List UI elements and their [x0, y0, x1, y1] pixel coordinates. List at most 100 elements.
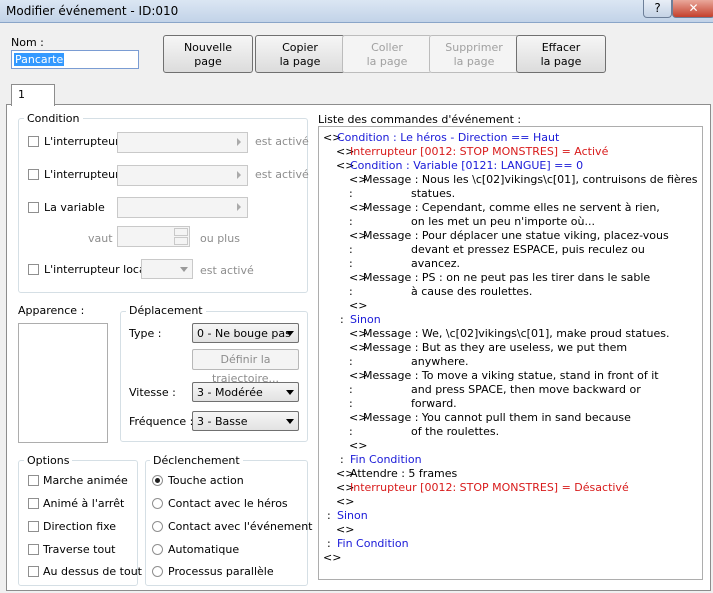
frequency-label: Fréquence : — [129, 415, 194, 428]
option-checkbox[interactable] — [28, 498, 39, 509]
command-line[interactable]: Message : Cependant, comme elles ne serv… — [363, 201, 660, 214]
name-value: Pancarte — [14, 53, 65, 66]
command-line[interactable]: Message : Nous les \c[02]vikings\c[01], … — [363, 173, 697, 186]
type-label: Type : — [129, 327, 162, 340]
command-marker: : — [349, 215, 353, 228]
appearance-title: Apparence : — [18, 304, 85, 317]
command-line[interactable]: Fin Condition — [350, 453, 422, 466]
command-line[interactable]: Message : Pour déplacer une statue vikin… — [363, 229, 669, 242]
copy-page-button[interactable]: Copier la page — [255, 35, 345, 73]
commands-title: Liste des commandes d'événement : — [318, 113, 522, 126]
command-line[interactable]: Sinon — [350, 313, 381, 326]
switch1-select[interactable] — [117, 132, 248, 153]
command-marker: : — [327, 509, 331, 522]
command-line[interactable]: devant et pressez ESPACE, puis reculez o… — [411, 243, 645, 256]
command-marker: : — [349, 383, 353, 396]
command-line[interactable]: Condition : Le héros - Direction == Haut — [337, 131, 559, 144]
command-line[interactable]: Interrupteur [0012: STOP MONSTRES] = Act… — [350, 145, 608, 158]
command-marker: : — [349, 285, 353, 298]
command-line[interactable]: anywhere. — [411, 355, 469, 368]
frequency-select[interactable]: 3 - Basse — [192, 411, 299, 431]
close-button[interactable]: ✕ — [672, 0, 713, 18]
option-checkbox[interactable] — [28, 475, 39, 486]
appearance-preview[interactable] — [18, 323, 108, 443]
spin-down-icon[interactable] — [174, 237, 188, 245]
command-line[interactable]: avancez. — [411, 257, 460, 270]
delete-page-button[interactable]: Supprimer la page — [429, 35, 519, 73]
command-marker: : — [349, 257, 353, 270]
type-select[interactable]: 0 - Ne bouge pas — [192, 323, 299, 343]
frequency-value: 3 - Basse — [197, 415, 248, 428]
trigger-radio[interactable] — [152, 475, 163, 486]
option-checkbox[interactable] — [28, 521, 39, 532]
command-marker: : — [340, 313, 344, 326]
define-route-button[interactable]: Définir la trajectoire... — [192, 349, 299, 385]
switch2-select[interactable] — [117, 165, 248, 186]
command-marker: <> — [349, 299, 368, 312]
variable-checkbox[interactable] — [28, 202, 39, 213]
command-line[interactable]: Message : We, \c[02]vikings\c[01], make … — [363, 327, 669, 340]
command-list[interactable]: <> Condition : Le héros - Direction == Ha… — [318, 126, 703, 580]
command-line[interactable]: Message : PS : on ne peut pas les tirer … — [363, 271, 650, 284]
command-line[interactable]: Interrupteur [0012: STOP MONSTRES] = Dés… — [350, 481, 629, 494]
trigger-label: Touche action — [168, 474, 244, 487]
command-line[interactable]: à cause des roulettes. — [411, 285, 532, 298]
name-input[interactable]: Pancarte — [11, 50, 139, 69]
command-line[interactable]: Attendre : 5 frames — [350, 467, 457, 480]
local-switch-label: L'interrupteur local — [44, 263, 149, 276]
command-line[interactable]: forward. — [411, 397, 457, 410]
command-line[interactable]: Message : You cannot pull them in sand b… — [363, 411, 631, 424]
command-line[interactable]: of the roulettes. — [411, 425, 499, 438]
switch2-checkbox[interactable] — [28, 169, 39, 180]
option-label: Au dessus de tout — [43, 565, 142, 578]
command-line[interactable]: Fin Condition — [337, 537, 409, 550]
command-line[interactable]: Condition : Variable [0121: LANGUE] == 0 — [350, 159, 583, 172]
option-label: Marche animée — [43, 474, 128, 487]
trigger-radio[interactable] — [152, 566, 163, 577]
option-checkbox[interactable] — [28, 566, 39, 577]
spin-up-icon[interactable] — [174, 228, 188, 236]
chevron-down-icon — [286, 331, 294, 336]
delete-page-label2: la page — [453, 55, 495, 68]
arrow-right-icon — [237, 171, 241, 179]
arrow-right-icon — [237, 138, 241, 146]
command-marker: <> — [336, 495, 355, 508]
switch1-label: L'interrupteur — [44, 135, 120, 148]
tab-page-1[interactable]: 1 — [11, 84, 55, 106]
copy-page-label2: la page — [279, 55, 321, 68]
command-line[interactable]: on les met un peu n'importe où... — [411, 215, 595, 228]
local-switch-select[interactable] — [141, 259, 193, 279]
command-marker: : — [349, 425, 353, 438]
option-label: Direction fixe — [43, 520, 117, 533]
switch1-checkbox[interactable] — [28, 136, 39, 147]
variable-value-spinner[interactable] — [117, 226, 190, 247]
trigger-radio[interactable] — [152, 521, 163, 532]
paste-page-label2: la page — [366, 55, 408, 68]
help-button[interactable]: ? — [643, 0, 672, 18]
command-line[interactable]: statues. — [411, 187, 455, 200]
command-line[interactable]: Sinon — [337, 509, 368, 522]
variable-value-label: vaut — [88, 232, 113, 245]
trigger-label: Automatique — [168, 543, 240, 556]
command-line[interactable]: Message : But as they are useless, we pu… — [363, 341, 627, 354]
trigger-radio[interactable] — [152, 498, 163, 509]
command-marker: : — [349, 187, 353, 200]
command-line[interactable]: and press SPACE, then move backward or — [411, 383, 641, 396]
command-marker: : — [327, 537, 331, 550]
variable-select[interactable] — [117, 197, 248, 218]
options-title: Options — [24, 454, 73, 467]
trigger-radio[interactable] — [152, 544, 163, 555]
option-label: Animé à l'arrêt — [43, 497, 125, 510]
command-marker: : — [349, 397, 353, 410]
delete-page-label1: Supprimer — [445, 41, 503, 54]
command-line[interactable]: Message : To move a viking statue, stand… — [363, 369, 659, 382]
speed-select[interactable]: 3 - Modérée — [192, 382, 299, 402]
option-checkbox[interactable] — [28, 544, 39, 555]
paste-page-button[interactable]: Coller la page — [342, 35, 432, 73]
new-page-button[interactable]: Nouvelle page — [163, 35, 253, 73]
local-switch-checkbox[interactable] — [28, 264, 39, 275]
chevron-down-icon — [286, 390, 294, 395]
trigger-title: Déclenchement — [150, 454, 243, 467]
new-page-label1: Nouvelle — [183, 41, 233, 54]
clear-page-button[interactable]: Effacer la page — [516, 35, 606, 73]
